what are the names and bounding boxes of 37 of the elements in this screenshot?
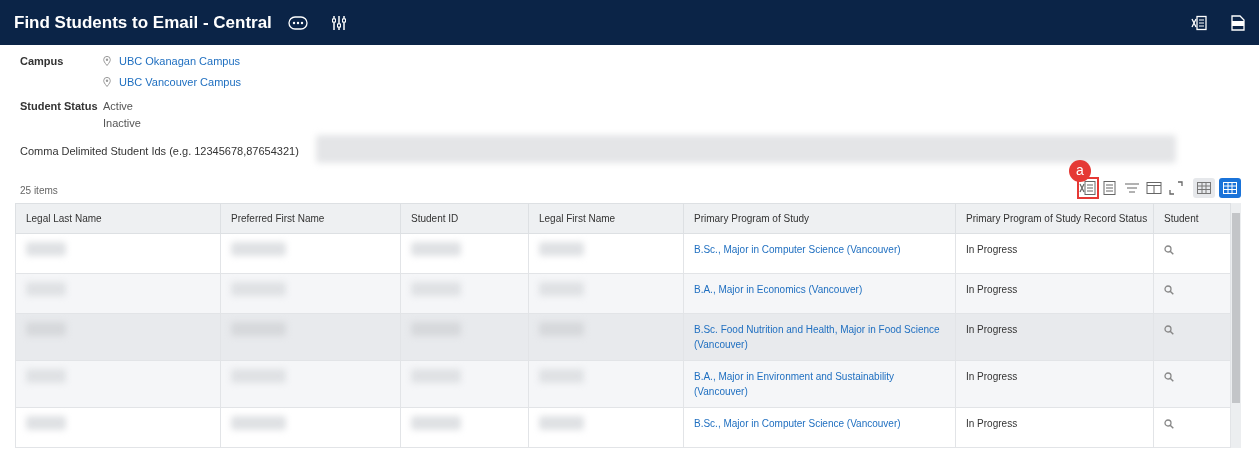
column-header[interactable]: Student ID <box>400 203 529 233</box>
search-icon[interactable] <box>1164 244 1174 255</box>
location-pin-icon <box>103 76 111 87</box>
field-label: Comma Delimited Student Ids (e.g. 12345678,87654321) <box>20 144 300 159</box>
column-header[interactable]: Primary Program of Study Record Status <box>955 203 1154 233</box>
field-label: Campus <box>20 54 65 69</box>
excel-export-icon[interactable] <box>1191 14 1207 31</box>
campus-link[interactable]: UBC Okanagan Campus <box>119 53 241 70</box>
table-cell: In Progress <box>955 233 1154 273</box>
column-header[interactable]: Student <box>1153 203 1231 233</box>
column-header[interactable]: Legal First Name <box>528 203 684 233</box>
table-cell: In Progress <box>955 313 1154 360</box>
more-icon[interactable] <box>287 15 308 30</box>
column-header[interactable]: Primary Program of Study <box>683 203 956 233</box>
item-count: 25 items <box>20 183 58 198</box>
table-cell: In Progress <box>955 273 1154 313</box>
list-view-icon[interactable] <box>1101 178 1119 197</box>
sliders-icon[interactable] <box>331 14 346 31</box>
status-value: Inactive <box>103 115 141 131</box>
search-icon[interactable] <box>1164 284 1174 295</box>
grid-view-toggle[interactable] <box>1193 177 1215 198</box>
table-cell: In Progress <box>955 360 1154 407</box>
campus-link[interactable]: UBC Vancouver Campus <box>119 73 242 90</box>
scrollbar[interactable] <box>1231 202 1241 448</box>
search-icon[interactable] <box>1164 418 1174 429</box>
table-view-toggle[interactable] <box>1219 177 1241 198</box>
status-value: Active <box>103 99 134 114</box>
table-cell: In Progress <box>955 407 1154 447</box>
search-icon[interactable] <box>1164 371 1174 382</box>
expand-icon[interactable] <box>1167 178 1185 197</box>
location-pin-icon <box>103 56 111 67</box>
page-title: Find Students to Email - Central <box>14 11 272 34</box>
field-label: Student Status <box>20 99 99 114</box>
column-header[interactable]: Legal Last Name <box>15 203 221 233</box>
pdf-export-icon[interactable] <box>1231 14 1245 31</box>
search-icon[interactable] <box>1164 324 1174 335</box>
column-header[interactable]: Preferred First Name <box>220 203 401 233</box>
